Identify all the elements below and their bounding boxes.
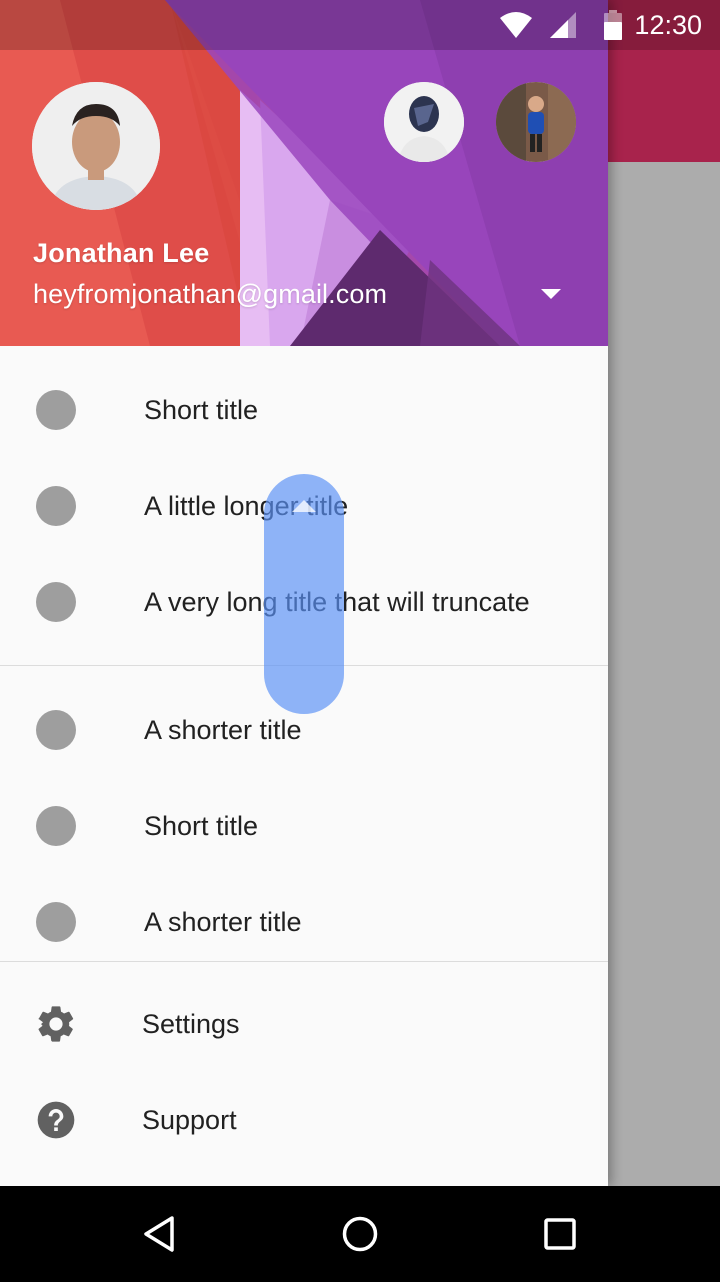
- circle-placeholder-icon: [36, 486, 76, 526]
- recents-button[interactable]: [532, 1206, 588, 1262]
- settings-label: Settings: [142, 1008, 240, 1039]
- nav-item-label: Short title: [144, 810, 259, 841]
- home-icon: [342, 1216, 378, 1252]
- wifi-icon: [500, 12, 532, 43]
- arrow-up-icon: [292, 500, 316, 512]
- status-clock: 12:30: [634, 10, 702, 40]
- nav-item[interactable]: A shorter title: [0, 874, 608, 970]
- account-avatar[interactable]: [32, 82, 160, 210]
- nav-item[interactable]: Short title: [0, 362, 608, 458]
- nav-item-label: Short title: [144, 394, 259, 425]
- support-label: Support: [142, 1104, 237, 1135]
- gear-icon: [34, 1002, 78, 1046]
- section-divider: [0, 961, 608, 962]
- nav-item-label: A shorter title: [144, 906, 302, 937]
- other-account-avatar[interactable]: [496, 82, 576, 162]
- scroll-indicator[interactable]: [264, 474, 344, 714]
- nav-item-label: A little longer title: [144, 490, 349, 521]
- circle-placeholder-icon: [36, 710, 76, 750]
- circle-placeholder-icon: [36, 582, 76, 622]
- circle-placeholder-icon: [36, 902, 76, 942]
- system-navigation-bar: [0, 1186, 720, 1282]
- account-switcher-dropdown[interactable]: [536, 282, 566, 306]
- back-button[interactable]: [132, 1206, 188, 1262]
- battery-icon: [604, 10, 622, 45]
- help-icon: [34, 1098, 78, 1142]
- chevron-down-icon: [541, 289, 561, 299]
- nav-item-label: A very long title that will truncate: [144, 586, 530, 617]
- circle-placeholder-icon: [36, 390, 76, 430]
- account-email: heyfromjonathan@gmail.com: [33, 279, 388, 309]
- status-bar: 12:30: [0, 0, 720, 50]
- navigation-drawer: Jonathan Lee heyfromjonathan@gmail.com S…: [0, 0, 608, 1186]
- nav-item[interactable]: Short title: [0, 778, 608, 874]
- back-icon: [144, 1216, 174, 1252]
- cell-signal-icon: [550, 12, 578, 43]
- other-account-avatar[interactable]: [384, 82, 464, 162]
- settings-item[interactable]: Settings: [0, 976, 608, 1072]
- nav-item-label: A shorter title: [144, 714, 302, 745]
- home-button[interactable]: [332, 1206, 388, 1262]
- account-name: Jonathan Lee: [33, 238, 210, 268]
- drawer-header: Jonathan Lee heyfromjonathan@gmail.com: [0, 0, 608, 346]
- recents-icon: [544, 1218, 576, 1250]
- circle-placeholder-icon: [36, 806, 76, 846]
- support-item[interactable]: Support: [0, 1072, 608, 1168]
